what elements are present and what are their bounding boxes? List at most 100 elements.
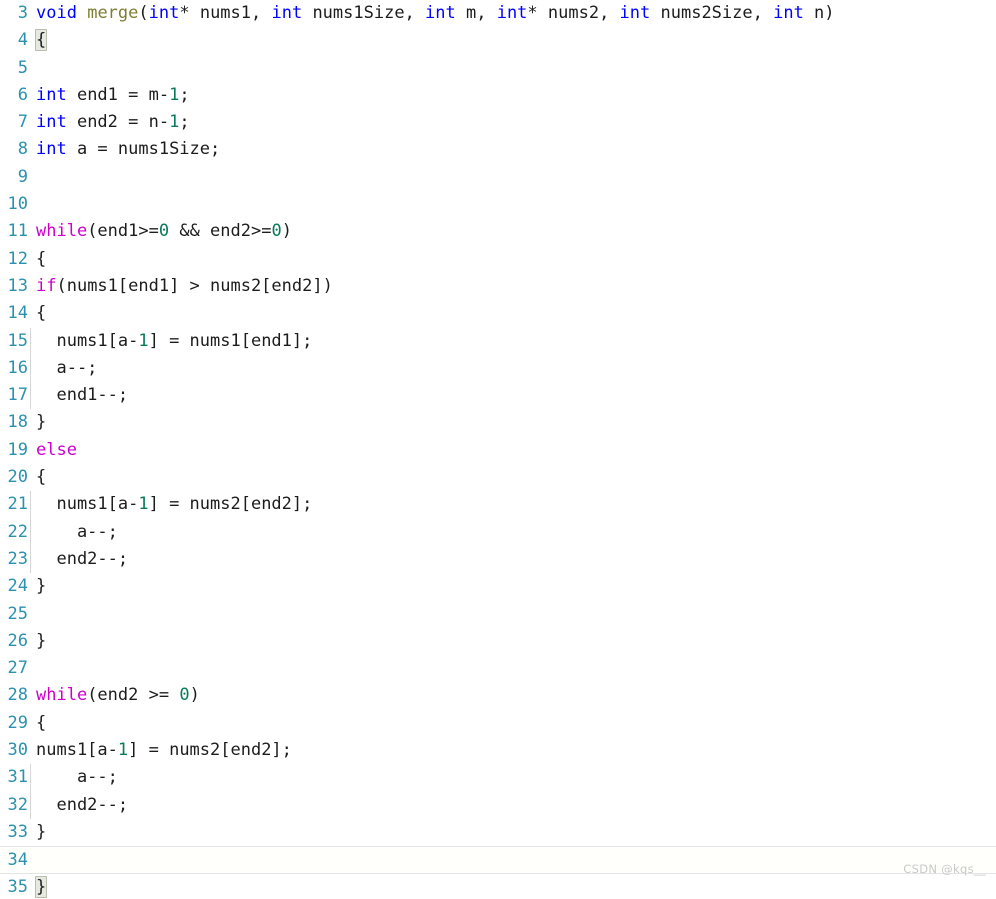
code-line-content[interactable]: void merge(int* nums1, int nums1Size, in…	[28, 0, 996, 27]
code-line[interactable]: 20 {	[0, 464, 996, 491]
code-line[interactable]: 34	[0, 846, 996, 874]
line-number: 10	[0, 191, 28, 218]
code-token: nums1[a-	[36, 740, 118, 761]
code-line-content[interactable]: a--;	[28, 354, 996, 383]
code-line[interactable]: 7 int end2 = n-1;	[0, 109, 996, 136]
code-line[interactable]: 21 nums1[a-1] = nums2[end2];	[0, 491, 996, 519]
code-line[interactable]: 33}	[0, 819, 996, 846]
code-token: void	[36, 3, 77, 23]
code-token: {	[36, 712, 47, 733]
code-line-content[interactable]	[28, 164, 996, 191]
line-number: 14	[0, 300, 28, 327]
line-number: 17	[0, 382, 28, 409]
code-line[interactable]: 9	[0, 164, 996, 191]
code-line-content[interactable]: }	[28, 874, 996, 899]
code-token: m,	[455, 3, 497, 23]
code-line-content[interactable]: a--;	[28, 764, 996, 792]
code-token: 0	[271, 221, 282, 242]
line-number-text: 7	[17, 112, 28, 133]
code-line[interactable]: 3 void merge(int* nums1, int nums1Size, i…	[0, 0, 996, 27]
code-line-content[interactable]: }	[28, 573, 996, 600]
line-number: 21	[0, 491, 28, 518]
code-token: * nums2,	[527, 3, 620, 23]
code-line[interactable]: 15 nums1[a-1] = nums1[end1];	[0, 327, 996, 355]
code-line-content[interactable]: }	[28, 628, 996, 655]
indent-guide	[30, 791, 31, 819]
line-number: 15	[0, 328, 28, 355]
code-line[interactable]: 31 a--;	[0, 764, 996, 792]
code-token: ] = nums2[end2];	[148, 494, 313, 515]
line-number-text: 20	[7, 467, 28, 488]
line-number-text: 29	[7, 712, 28, 733]
line-number: 28	[0, 682, 28, 709]
code-token: }	[36, 412, 47, 433]
code-line-content[interactable]: while(end1>=0 && end2>=0)	[28, 218, 996, 245]
code-line[interactable]: 11 while(end1>=0 && end2>=0)	[0, 218, 996, 245]
line-number: 8	[0, 136, 28, 163]
code-line[interactable]: 26}	[0, 628, 996, 655]
line-number: 26	[0, 628, 28, 655]
code-line-content[interactable]	[28, 847, 996, 872]
code-line-content[interactable]: int a = nums1Size;	[28, 136, 996, 163]
line-number-text: 25	[7, 603, 28, 624]
code-line[interactable]: 12 {	[0, 246, 996, 273]
code-line[interactable]: 22 a--;	[0, 518, 996, 546]
code-line[interactable]: 4{	[0, 27, 996, 54]
line-number-text: 14	[7, 303, 28, 324]
code-line[interactable]: 29 {	[0, 710, 996, 737]
code-token: 1	[169, 84, 180, 105]
line-number-text: 24	[7, 576, 28, 597]
code-line[interactable]: 5	[0, 55, 996, 82]
code-line-content[interactable]: nums1[a-1] = nums2[end2];	[28, 737, 996, 764]
code-line-content[interactable]: {	[28, 710, 996, 737]
code-line-content[interactable]: {	[28, 300, 996, 327]
code-token: a--;	[36, 767, 118, 788]
code-line-content[interactable]	[28, 191, 996, 218]
code-line-content[interactable]: a--;	[28, 518, 996, 546]
code-line[interactable]: 23 end2--;	[0, 545, 996, 574]
code-line[interactable]: 17 end1--;	[0, 382, 996, 410]
code-token: nums1[a-	[36, 494, 139, 515]
code-line-content[interactable]: if(nums1[end1] > nums2[end2])	[28, 273, 996, 300]
code-line-content[interactable]	[28, 55, 996, 82]
code-line-content[interactable]: int end2 = n-1;	[28, 109, 996, 136]
code-line[interactable]: 8 int a = nums1Size;	[0, 136, 996, 163]
code-line-content[interactable]: nums1[a-1] = nums1[end1];	[28, 327, 996, 355]
code-line[interactable]: 27	[0, 655, 996, 682]
code-line[interactable]: 6 int end1 = m-1;	[0, 82, 996, 109]
code-line-content[interactable]	[28, 655, 996, 682]
code-line-content[interactable]: }	[28, 819, 996, 846]
code-line[interactable]: 13 if(nums1[end1] > nums2[end2])	[0, 273, 996, 300]
code-line-content[interactable]: end2--;	[28, 791, 996, 819]
code-line-content[interactable]: while(end2 >= 0)	[28, 682, 996, 709]
code-line-content[interactable]: {	[28, 464, 996, 491]
code-line-content[interactable]: else	[28, 437, 996, 464]
code-token: while	[36, 685, 88, 706]
line-number-text: 35	[7, 876, 28, 897]
code-line[interactable]: 25	[0, 601, 996, 628]
code-line[interactable]: 28 while(end2 >= 0)	[0, 682, 996, 709]
indent-guide	[30, 545, 31, 574]
code-lines[interactable]: 3 void merge(int* nums1, int nums1Size, i…	[0, 0, 996, 899]
code-line-content[interactable]: {	[28, 27, 996, 54]
code-line[interactable]: 32 end2--;	[0, 791, 996, 819]
code-token: 1	[138, 494, 149, 515]
code-editor[interactable]: 3 void merge(int* nums1, int nums1Size, i…	[0, 0, 996, 899]
code-line[interactable]: 24}	[0, 573, 996, 600]
code-line-content[interactable]: end1--;	[28, 382, 996, 410]
code-line[interactable]: 18}	[0, 409, 996, 436]
code-line[interactable]: 14 {	[0, 300, 996, 327]
line-number-text: 15	[7, 330, 28, 351]
code-line[interactable]: 16 a--;	[0, 354, 996, 383]
code-line[interactable]: 10	[0, 191, 996, 218]
code-line-content[interactable]: nums1[a-1] = nums2[end2];	[28, 491, 996, 519]
code-line-content[interactable]: {	[28, 246, 996, 273]
code-line-content[interactable]: }	[28, 409, 996, 436]
code-line-content[interactable]: int end1 = m-1;	[28, 82, 996, 109]
code-line-content[interactable]: end2--;	[28, 545, 996, 574]
code-line[interactable]: 35}	[0, 874, 996, 899]
indent-guide	[30, 491, 31, 519]
code-line-content[interactable]	[28, 601, 996, 628]
code-line[interactable]: 30 nums1[a-1] = nums2[end2];	[0, 737, 996, 764]
code-line[interactable]: 19 else	[0, 437, 996, 464]
